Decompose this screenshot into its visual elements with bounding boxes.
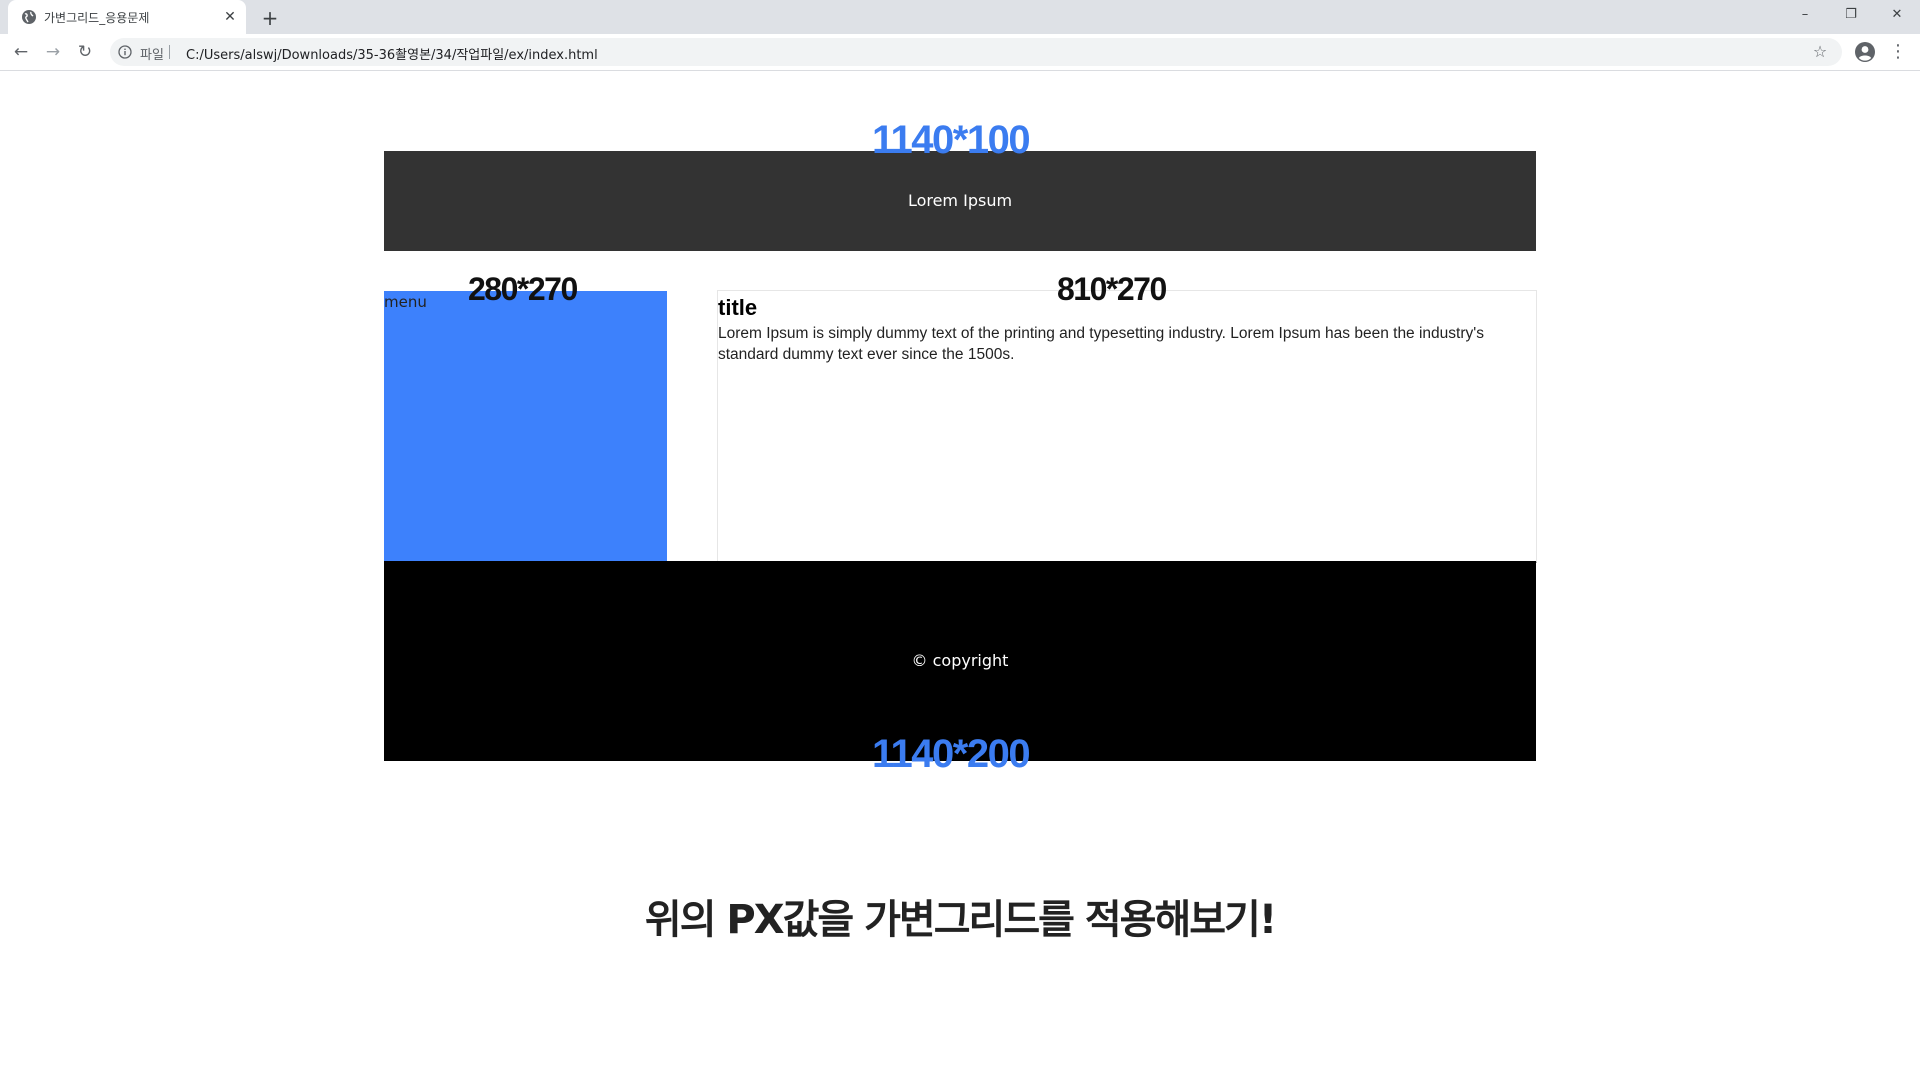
tab-title: 가변그리드_응용문제 xyxy=(44,11,150,25)
forward-button[interactable]: → xyxy=(41,40,65,64)
header-block: Lorem Ipsum xyxy=(384,151,1536,251)
close-tab-icon[interactable]: ✕ xyxy=(222,9,238,25)
account-circle-icon[interactable] xyxy=(1854,41,1876,63)
footer-block: © copyright xyxy=(384,561,1536,761)
restore-button[interactable]: ❐ xyxy=(1828,0,1874,30)
header-dimension-label: 1140*100 xyxy=(872,118,1031,162)
info-icon[interactable] xyxy=(118,45,132,59)
content-dimension-label: 810*270 xyxy=(1057,271,1167,307)
footer-dimension-label: 1140*200 xyxy=(872,732,1031,776)
globe-icon xyxy=(22,10,36,24)
close-window-button[interactable]: ✕ xyxy=(1874,0,1920,30)
url-text[interactable]: C:/Users/alswj/Downloads/35-36촬영본/34/작업파… xyxy=(186,44,598,63)
new-tab-button[interactable]: + xyxy=(258,6,282,30)
content-title: title xyxy=(718,295,758,320)
browser-tab-strip: 가변그리드_응용문제 ✕ + – ❐ ✕ xyxy=(0,0,1920,34)
reload-button[interactable]: ↻ xyxy=(73,40,97,64)
menu-block: menu xyxy=(384,291,667,561)
menu-dimension-label: 280*270 xyxy=(468,271,578,307)
minimize-button[interactable]: – xyxy=(1782,0,1828,30)
more-vert-icon[interactable]: ⋮ xyxy=(1886,40,1910,64)
header-text: Lorem Ipsum xyxy=(907,191,1013,210)
content-block: title Lorem Ipsum is simply dummy text o… xyxy=(717,290,1537,563)
content-body: Lorem Ipsum is simply dummy text of the … xyxy=(718,325,1484,363)
browser-tab[interactable]: 가변그리드_응용문제 ✕ xyxy=(8,0,246,34)
page-content: Lorem Ipsum 1140*100 menu 280*270 title … xyxy=(0,71,1920,1080)
browser-toolbar: ← → ↻ 파일 C:/Users/alswj/Downloads/35-36촬… xyxy=(0,34,1920,71)
back-button[interactable]: ← xyxy=(9,40,33,64)
footer-text: © copyright xyxy=(911,651,1009,670)
star-icon[interactable]: ☆ xyxy=(1810,42,1830,62)
omnibox-divider xyxy=(169,45,170,59)
instruction-heading: 위의 PX값을 가변그리드를 적용해보기! xyxy=(644,897,1277,943)
scheme-label: 파일 xyxy=(140,48,164,63)
menu-text: menu xyxy=(384,293,427,311)
address-bar[interactable]: 파일 C:/Users/alswj/Downloads/35-36촬영본/34/… xyxy=(110,38,1842,66)
